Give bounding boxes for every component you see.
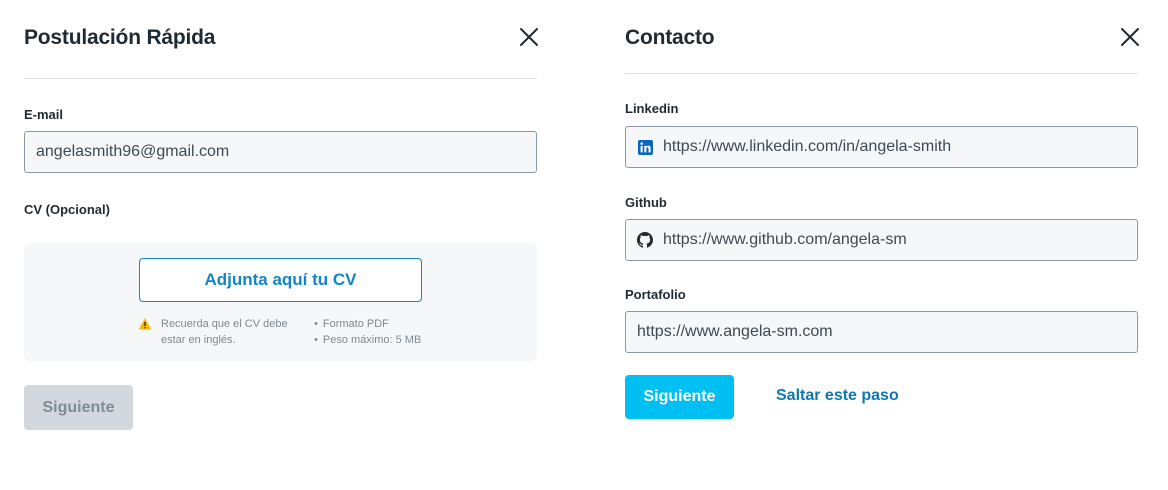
- cv-hint: Recuerda que el CV debe estar en inglés.: [138, 316, 298, 348]
- warning-icon: [138, 318, 152, 330]
- header-divider: [24, 78, 537, 79]
- email-label: E-mail: [24, 107, 64, 122]
- github-field[interactable]: https://www.github.com/angela-sm: [625, 219, 1138, 261]
- portfolio-value: https://www.angela-sm.com: [637, 323, 833, 340]
- cv-requirements: Formato PDF Peso máximo: 5 MB: [314, 316, 421, 348]
- requirement-size: Peso máximo: 5 MB: [314, 332, 421, 348]
- linkedin-icon: [637, 139, 653, 155]
- linkedin-value: https://www.linkedin.com/in/angela-smith: [663, 138, 952, 155]
- cv-dropzone[interactable]: Adjunta aquí tu CV Recuerda que el CV de…: [24, 243, 537, 361]
- portfolio-label: Portafolio: [625, 287, 686, 302]
- linkedin-field[interactable]: https://www.linkedin.com/in/angela-smith: [625, 126, 1138, 168]
- github-label: Github: [625, 195, 667, 210]
- hint-line-1: Recuerda que el CV debe: [161, 318, 288, 330]
- portfolio-field[interactable]: https://www.angela-sm.com: [625, 311, 1138, 353]
- attach-cv-button[interactable]: Adjunta aquí tu CV: [139, 258, 422, 302]
- email-field[interactable]: angelasmith96@gmail.com: [24, 131, 537, 173]
- email-value: angelasmith96@gmail.com: [36, 143, 230, 160]
- next-button-disabled[interactable]: Siguiente: [24, 385, 133, 430]
- github-icon: [637, 232, 653, 248]
- cv-label: CV (Opcional): [24, 202, 110, 217]
- screen: Postulación Rápida E-mail angelasmith96@…: [0, 0, 1168, 490]
- header-divider: [625, 73, 1138, 74]
- contact-title: Contacto: [625, 26, 715, 49]
- requirement-format: Formato PDF: [314, 316, 421, 332]
- close-icon[interactable]: [1119, 26, 1141, 48]
- quick-apply-title: Postulación Rápida: [24, 26, 216, 49]
- skip-step-link[interactable]: Saltar este paso: [776, 387, 899, 405]
- close-icon[interactable]: [518, 26, 540, 48]
- next-button[interactable]: Siguiente: [625, 375, 734, 419]
- github-value: https://www.github.com/angela-sm: [663, 231, 907, 248]
- hint-line-2: estar en inglés.: [161, 334, 236, 346]
- linkedin-label: Linkedin: [625, 101, 679, 116]
